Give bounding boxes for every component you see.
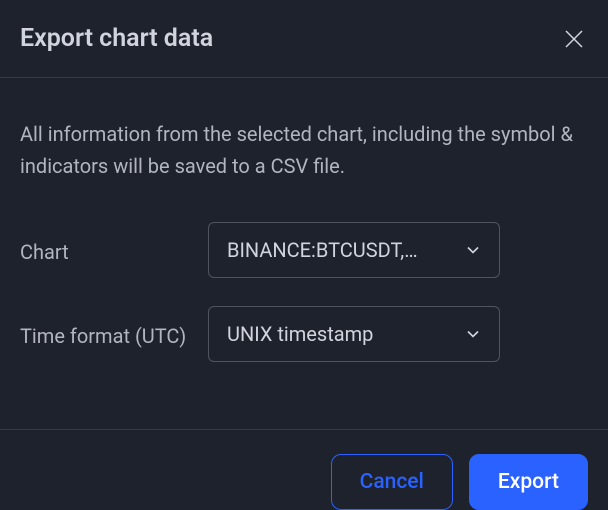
close-button[interactable] — [560, 25, 588, 53]
dialog-description: All information from the selected chart,… — [20, 118, 588, 182]
time-format-row: Time format (UTC) UNIX timestamp — [20, 306, 588, 362]
cancel-button[interactable]: Cancel — [331, 454, 453, 510]
export-chart-data-dialog: Export chart data All information from t… — [0, 0, 608, 510]
dialog-title: Export chart data — [20, 24, 213, 53]
chart-select-value: BINANCE:BTCUSDT,… — [227, 238, 418, 262]
chevron-down-icon — [463, 240, 483, 260]
chart-row: Chart BINANCE:BTCUSDT,… — [20, 222, 588, 278]
dialog-body: All information from the selected chart,… — [0, 78, 608, 429]
time-format-label: Time format (UTC) — [20, 306, 208, 352]
chevron-down-icon — [463, 324, 483, 344]
dialog-footer: Cancel Export — [0, 429, 608, 510]
dialog-header: Export chart data — [0, 0, 608, 78]
export-button[interactable]: Export — [469, 454, 588, 510]
time-format-select[interactable]: UNIX timestamp — [208, 306, 500, 362]
chart-label: Chart — [20, 222, 208, 268]
chart-select[interactable]: BINANCE:BTCUSDT,… — [208, 222, 500, 278]
time-format-select-value: UNIX timestamp — [227, 322, 373, 346]
close-icon — [562, 27, 586, 51]
